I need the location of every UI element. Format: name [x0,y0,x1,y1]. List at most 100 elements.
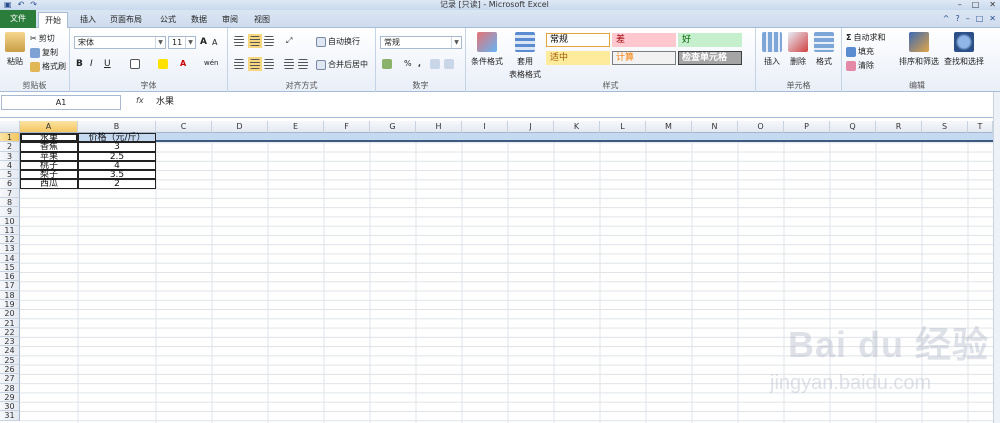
column-header-p[interactable]: P [784,121,830,133]
align-right-button[interactable] [264,59,274,69]
format-as-table-button[interactable]: 套用 表格格式 [508,32,542,80]
row-header-18[interactable]: 18 [0,290,20,301]
number-format-select[interactable]: 常规 ▼ [380,36,462,49]
tab-insert[interactable]: 插入 [74,12,102,28]
column-header-o[interactable]: O [738,121,784,133]
format-painter-button[interactable]: 格式刷 [30,61,66,72]
font-size-select[interactable]: 11 ▼ [168,36,196,49]
row-header-22[interactable]: 22 [0,327,20,338]
close-icon[interactable]: ✕ [989,0,996,9]
row-header-30[interactable]: 30 [0,402,20,412]
table-cell[interactable]: 香蕉 [20,142,78,152]
row-header-6[interactable]: 6 [0,179,20,189]
column-header-b[interactable]: B [78,121,156,133]
cell-style-4[interactable]: 适中 [546,51,610,65]
row-header-29[interactable]: 29 [0,392,20,403]
column-header-a[interactable]: A [20,121,78,133]
collapse-ribbon-icon[interactable]: ^ [943,14,950,23]
column-header-c[interactable]: C [156,121,212,133]
table-cell[interactable]: 3 [78,142,156,152]
formula-input[interactable]: 水果 [152,95,990,113]
align-left-button[interactable] [234,59,244,69]
row-header-10[interactable]: 10 [0,216,20,226]
column-header-l[interactable]: L [600,121,646,133]
cell-style-3[interactable]: 好 [678,33,742,47]
underline-button[interactable]: U [104,59,111,69]
delete-cells-button[interactable]: 删除 [786,32,810,67]
row-header-1[interactable]: 1 [0,133,20,143]
tab-data[interactable]: 数据 [185,12,213,28]
redo-icon[interactable]: ↷ [30,0,37,9]
row-header-13[interactable]: 13 [0,244,20,254]
cell-style-6[interactable]: 检查单元格 [678,51,742,65]
autosum-button[interactable]: Σ 自动求和 [846,32,885,43]
column-header-f[interactable]: F [324,121,370,133]
tab-view[interactable]: 视图 [248,12,276,28]
save-icon[interactable]: ▣ [4,0,12,9]
percent-button[interactable]: % [404,59,412,68]
select-all-corner[interactable] [0,121,20,133]
row-header-27[interactable]: 27 [0,374,20,384]
row-header-20[interactable]: 20 [0,309,20,319]
table-cell[interactable]: 4 [78,160,156,170]
font-name-select[interactable]: 宋体 ▼ [74,36,166,49]
row-header-25[interactable]: 25 [0,355,20,365]
table-header-cell[interactable]: 价格（元/斤） [78,133,156,143]
undo-icon[interactable]: ↶ [18,0,25,9]
row-header-31[interactable]: 31 [0,411,20,421]
table-cell[interactable]: 3.5 [78,170,156,180]
column-header-d[interactable]: D [212,121,268,133]
column-header-r[interactable]: R [876,121,922,133]
row-header-23[interactable]: 23 [0,337,20,347]
align-center-button[interactable] [248,57,262,71]
doc-minimize-icon[interactable]: – [966,14,970,23]
row-header-4[interactable]: 4 [0,160,20,171]
merge-center-button[interactable]: 合并后居中 [316,59,368,70]
borders-button[interactable] [130,59,140,69]
row-header-21[interactable]: 21 [0,318,20,328]
tab-review[interactable]: 审阅 [216,12,244,28]
align-bottom-button[interactable] [264,36,274,46]
cell-style-2[interactable]: 差 [612,33,676,47]
tab-file[interactable]: 文件 [0,10,36,28]
comma-button[interactable]: , [418,59,421,68]
insert-cells-button[interactable]: 插入 [760,32,784,67]
bold-button[interactable]: B [76,59,83,69]
paste-button[interactable]: 粘贴 [4,32,26,67]
column-header-j[interactable]: J [508,121,554,133]
wrap-text-button[interactable]: 自动换行 [316,36,360,47]
doc-restore-icon[interactable]: □ [976,14,984,23]
column-header-g[interactable]: G [370,121,416,133]
row-header-9[interactable]: 9 [0,207,20,217]
phonetic-button[interactable]: wén [204,59,218,67]
maximize-icon[interactable]: □ [972,0,980,9]
row-header-15[interactable]: 15 [0,262,20,273]
tab-formulas[interactable]: 公式 [154,12,182,28]
currency-button[interactable] [382,59,392,69]
column-header-k[interactable]: K [554,121,600,133]
column-header-n[interactable]: N [692,121,738,133]
row-header-17[interactable]: 17 [0,281,20,291]
row-header-19[interactable]: 19 [0,300,20,310]
column-header-e[interactable]: E [268,121,324,133]
minimize-icon[interactable]: – [958,0,962,9]
row-header-8[interactable]: 8 [0,197,20,208]
table-cell[interactable]: 西瓜 [20,179,78,189]
table-cell[interactable]: 2 [78,179,156,189]
increase-decimal-button[interactable] [430,59,440,69]
function-icon[interactable]: fx [136,96,144,105]
table-header-cell[interactable]: 水果 [20,133,78,144]
column-header-t[interactable]: T [968,121,993,133]
shrink-font-button[interactable]: A [212,38,217,47]
tab-page-layout[interactable]: 页面布局 [104,12,148,28]
doc-close-icon[interactable]: ✕ [989,14,996,23]
column-header-m[interactable]: M [646,121,692,133]
increase-indent-button[interactable] [298,59,308,69]
help-icon[interactable]: ? [955,14,959,23]
row-header-26[interactable]: 26 [0,365,20,375]
grow-font-button[interactable]: A [200,37,207,47]
column-header-s[interactable]: S [922,121,968,133]
table-cell[interactable]: 2.5 [78,151,156,161]
fill-color-button[interactable] [158,59,168,69]
decrease-indent-button[interactable] [284,59,294,69]
